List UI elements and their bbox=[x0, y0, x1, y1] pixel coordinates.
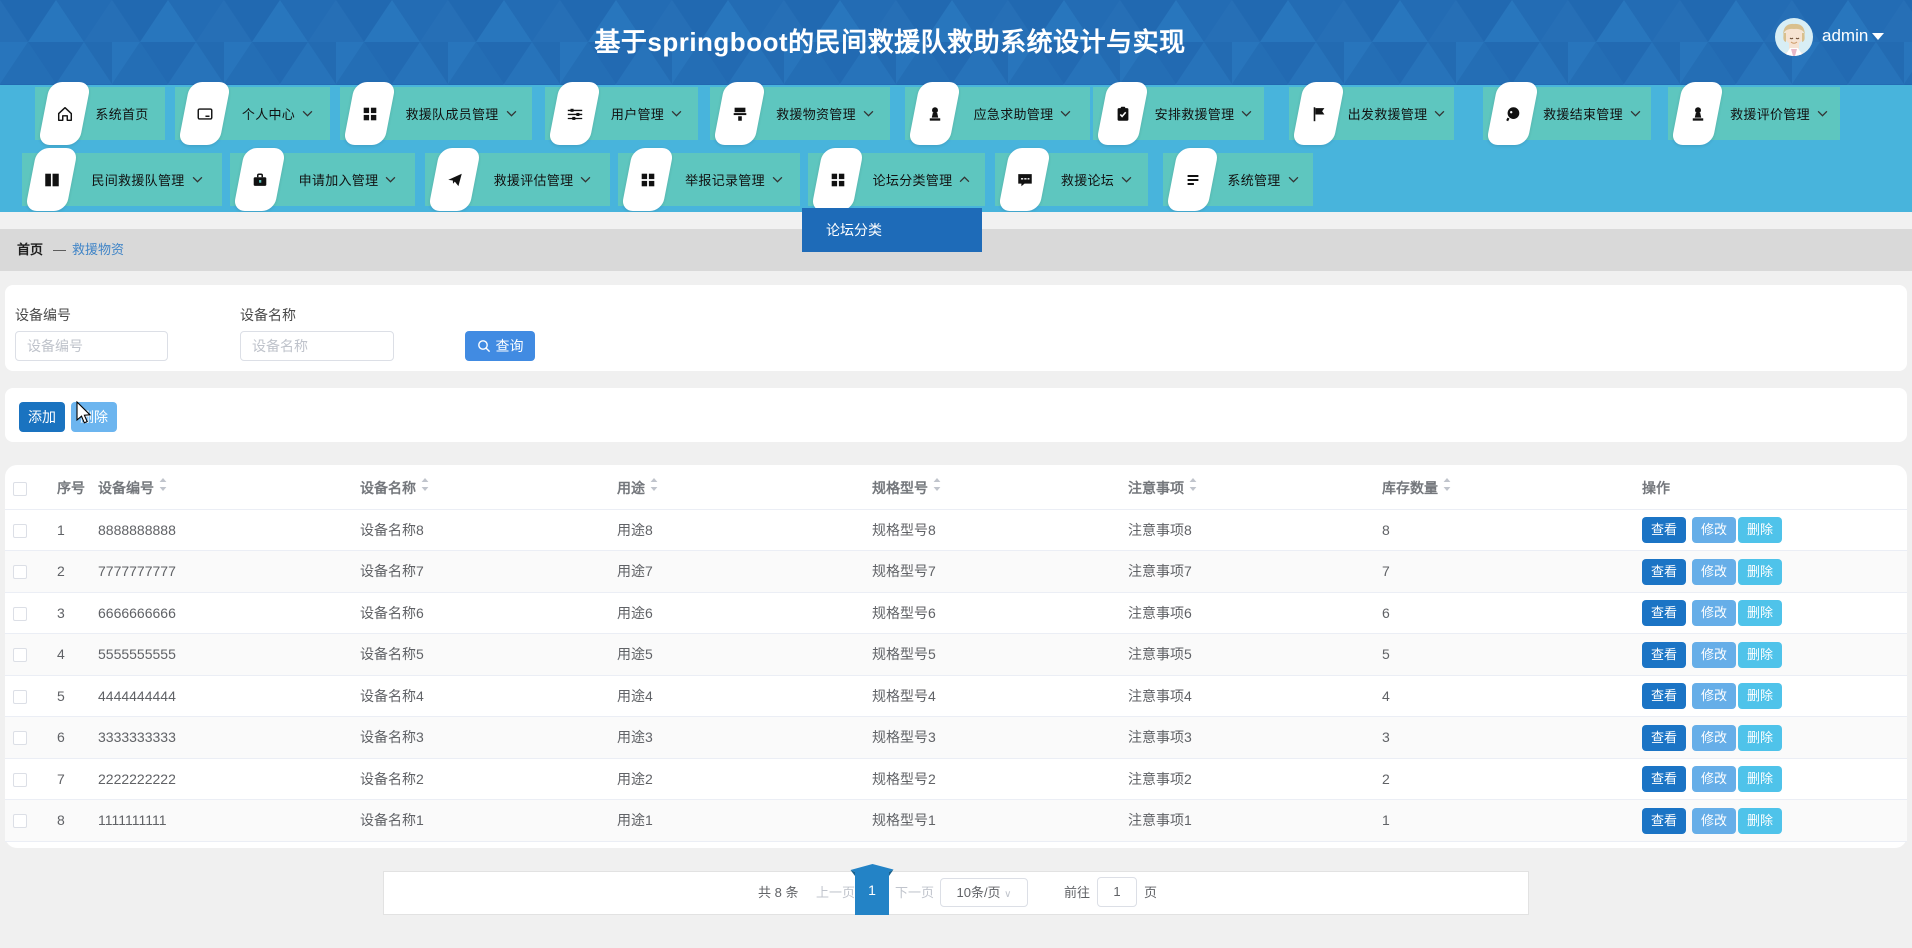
svg-text:1: 1 bbox=[868, 882, 876, 898]
